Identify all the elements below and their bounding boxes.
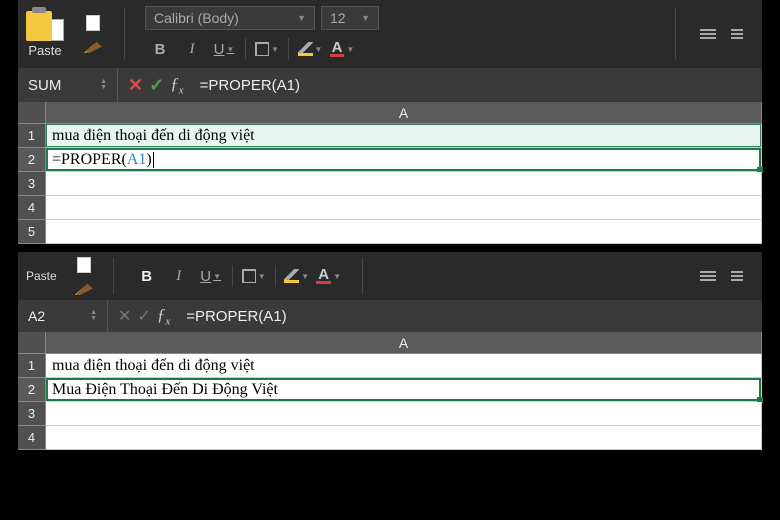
- text-cursor: [153, 152, 154, 168]
- align-left-button[interactable]: [696, 23, 722, 45]
- font-color-button[interactable]: A▼: [314, 263, 344, 289]
- row-header[interactable]: 3: [18, 402, 46, 426]
- underline-button[interactable]: U▼: [196, 263, 226, 289]
- italic-button[interactable]: I: [177, 36, 207, 62]
- cell-a1[interactable]: mua điện thoại đến di động việt: [46, 354, 762, 378]
- select-all-corner[interactable]: [18, 102, 46, 124]
- borders-button[interactable]: ▼: [239, 263, 269, 289]
- font-name-select[interactable]: Calibri (Body) ▼: [145, 6, 315, 30]
- cell-a5[interactable]: [46, 220, 762, 244]
- paste-button[interactable]: Paste: [26, 11, 64, 58]
- chevron-down-icon: ▼: [297, 13, 306, 23]
- spreadsheet-grid[interactable]: A 1 mua điện thoại đến di động việt 2 =P…: [18, 102, 762, 244]
- name-box-value: SUM: [28, 77, 61, 94]
- font-name-value: Calibri (Body): [154, 10, 239, 26]
- fill-color-button[interactable]: ▼: [282, 263, 312, 289]
- border-icon: [242, 269, 256, 283]
- italic-button[interactable]: I: [164, 263, 194, 289]
- row-header[interactable]: 5: [18, 220, 46, 244]
- paste-button[interactable]: Paste: [26, 269, 57, 283]
- paste-label: Paste: [26, 269, 57, 283]
- copy-button[interactable]: [82, 14, 104, 32]
- bold-button[interactable]: B: [145, 36, 175, 62]
- paste-label: Paste: [28, 43, 61, 58]
- cancel-button[interactable]: ✕: [118, 306, 131, 326]
- fill-color-button[interactable]: ▼: [295, 36, 325, 62]
- underline-button[interactable]: U▼: [209, 36, 239, 62]
- ribbon-divider: [675, 8, 676, 60]
- formula-input[interactable]: [194, 68, 762, 102]
- copy-button[interactable]: [73, 256, 95, 274]
- cell-a1[interactable]: mua điện thoại đến di động việt: [46, 124, 762, 148]
- ribbon-divider: [275, 265, 276, 287]
- row-header[interactable]: 2: [18, 378, 46, 402]
- row-header[interactable]: 4: [18, 196, 46, 220]
- ribbon-home: Paste B I U▼ ▼ ▼ A▼: [18, 252, 762, 300]
- align-left-button[interactable]: [696, 265, 722, 287]
- name-box[interactable]: A2 ▲▼: [18, 300, 108, 332]
- formula-bar: SUM ▲▼ ✕ ✓ ƒx: [18, 68, 762, 102]
- chevron-down-icon: ▼: [361, 13, 370, 23]
- ribbon-divider: [113, 258, 114, 294]
- cancel-button[interactable]: ✕: [128, 75, 143, 96]
- border-icon: [255, 42, 269, 56]
- insert-function-button[interactable]: ƒx: [170, 74, 183, 96]
- font-color-button[interactable]: A▼: [327, 36, 357, 62]
- stepper-icon[interactable]: ▲▼: [90, 310, 97, 322]
- ribbon-divider: [245, 38, 246, 60]
- bold-button[interactable]: B: [132, 263, 162, 289]
- ribbon-divider: [362, 258, 363, 294]
- row-header[interactable]: 1: [18, 354, 46, 378]
- spreadsheet-grid[interactable]: A 1 mua điện thoại đến di động việt 2 Mu…: [18, 332, 762, 450]
- column-header-a[interactable]: A: [46, 332, 762, 354]
- row-header[interactable]: 3: [18, 172, 46, 196]
- cell-a4[interactable]: [46, 426, 762, 450]
- name-box[interactable]: SUM ▲▼: [18, 68, 118, 102]
- cell-a3[interactable]: [46, 402, 762, 426]
- accept-button[interactable]: ✓: [149, 75, 164, 96]
- ribbon-home: Paste Calibri (Body) ▼ 12 ▼ B I U▼: [18, 0, 762, 68]
- row-header[interactable]: 4: [18, 426, 46, 450]
- font-size-value: 12: [330, 10, 346, 26]
- accept-button[interactable]: ✓: [137, 306, 150, 326]
- bucket-icon: [298, 42, 313, 56]
- borders-button[interactable]: ▼: [252, 36, 282, 62]
- ribbon-divider: [288, 38, 289, 60]
- row-header[interactable]: 2: [18, 148, 46, 172]
- cell-a2[interactable]: =PROPER(A1): [46, 148, 762, 172]
- cell-a3[interactable]: [46, 172, 762, 196]
- ribbon-divider: [232, 265, 233, 287]
- insert-function-button[interactable]: ƒx: [157, 305, 170, 327]
- align-center-button[interactable]: [724, 23, 750, 45]
- stepper-icon[interactable]: ▲▼: [100, 79, 107, 91]
- font-size-select[interactable]: 12 ▼: [321, 6, 379, 30]
- select-all-corner[interactable]: [18, 332, 46, 354]
- formula-input[interactable]: [180, 300, 762, 332]
- format-painter-button[interactable]: [82, 36, 104, 54]
- bucket-icon: [284, 269, 299, 283]
- format-painter-button[interactable]: [73, 278, 95, 296]
- align-center-button[interactable]: [724, 265, 750, 287]
- formula-bar: A2 ▲▼ ✕ ✓ ƒx: [18, 300, 762, 332]
- clipboard-icon: [26, 11, 52, 41]
- name-box-value: A2: [28, 308, 45, 324]
- column-header-a[interactable]: A: [46, 102, 762, 124]
- cell-a2[interactable]: Mua Điện Thoại Đến Di Động Việt: [46, 378, 762, 402]
- row-header[interactable]: 1: [18, 124, 46, 148]
- ribbon-divider: [124, 8, 125, 60]
- cell-a4[interactable]: [46, 196, 762, 220]
